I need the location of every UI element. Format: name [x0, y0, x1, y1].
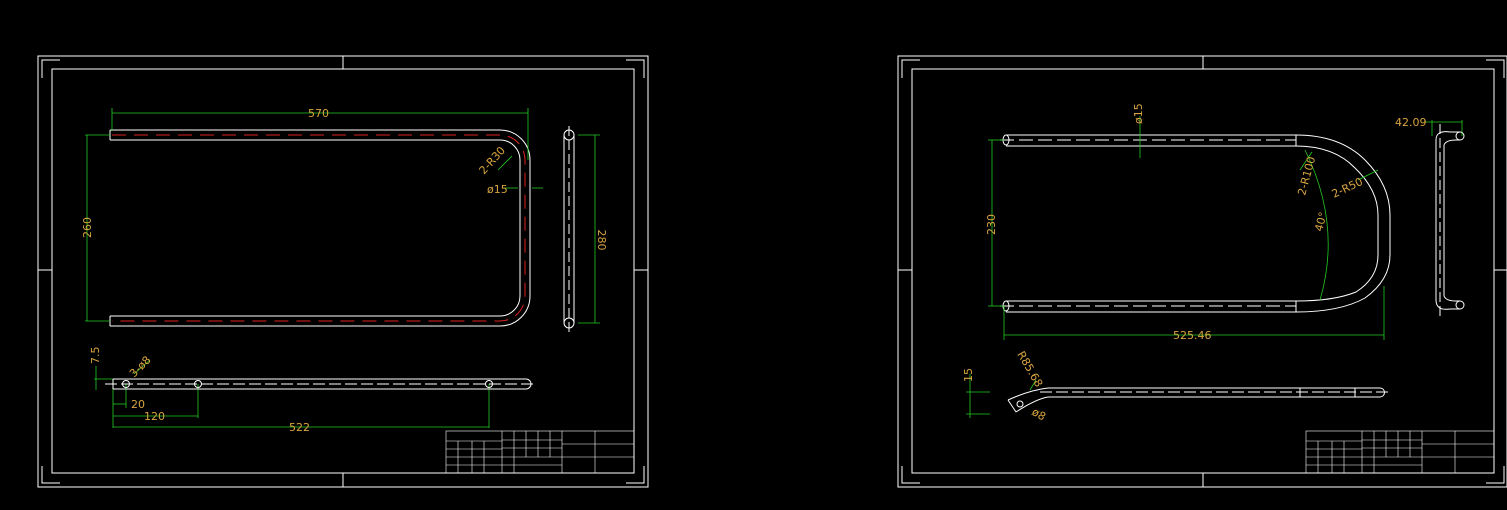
- dim-tube-dia: ø15: [1132, 103, 1145, 124]
- u-tube-side-view: [563, 126, 575, 332]
- title-block: [445, 430, 635, 474]
- dim-height-left: 260: [81, 217, 94, 238]
- dim-holes: 3-ø8: [127, 353, 154, 380]
- dim-bend-small: 2-R50: [1330, 175, 1365, 201]
- dim-end-bend: R85.68: [1014, 349, 1045, 389]
- sheet-border: [37, 55, 649, 488]
- dim-side-width: 42.09: [1395, 116, 1427, 129]
- cad-canvas: 570 260 280 2-R30 ø15 7.5 3-ø8 20 120 52…: [37, 55, 1507, 488]
- dim-height: 230: [985, 214, 998, 235]
- dim-bend-radius: 2-R30: [477, 144, 508, 177]
- dim-length: 570: [308, 107, 329, 120]
- drawing-sheet-2: ø15 230 2-R100 2-R50 40° 525.46 42.09 R8…: [897, 55, 1507, 488]
- dim-end-height: 15: [962, 368, 975, 382]
- u-tube-front-view: [109, 129, 531, 327]
- title-block: [1305, 430, 1495, 474]
- dim-hole-pos1: 20: [131, 398, 145, 411]
- dim-hole-pos2: 120: [144, 410, 165, 423]
- dim-hole: ø8: [1030, 405, 1048, 423]
- dimension-lines: [85, 108, 600, 428]
- dim-hole-pos3: 522: [289, 421, 310, 434]
- handle-tube-side-view: [1435, 124, 1465, 318]
- dim-bend-large: 2-R100: [1295, 155, 1318, 197]
- bar-bottom-view: [105, 378, 534, 390]
- dim-length: 525.46: [1173, 329, 1212, 342]
- drawing-sheet-1: 570 260 280 2-R30 ø15 7.5 3-ø8 20 120 52…: [37, 55, 649, 488]
- dim-height-right: 280: [595, 230, 608, 251]
- handle-tube-front-view: [1000, 134, 1391, 313]
- handle-bottom-view: [1007, 387, 1388, 413]
- centerline: [112, 134, 526, 322]
- dim-offset: 7.5: [89, 347, 102, 365]
- dim-tube-dia: ø15: [487, 183, 508, 196]
